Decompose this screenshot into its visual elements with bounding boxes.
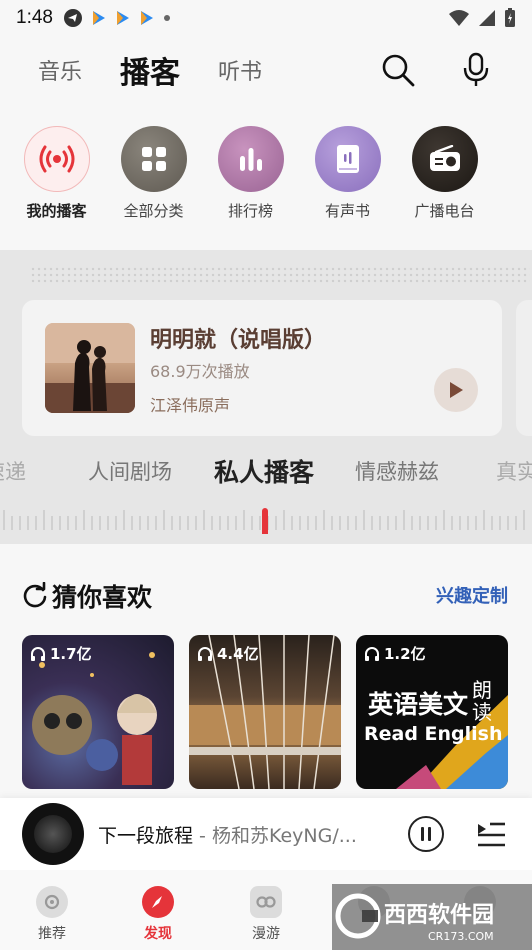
play-count: 4.4亿	[197, 643, 259, 664]
watermark-sub: CR173.COM	[428, 930, 494, 943]
play-count-text: 1.7亿	[50, 645, 92, 663]
system-icons	[448, 8, 516, 28]
notification-icons	[63, 8, 171, 28]
category-charts[interactable]: 排行榜	[202, 126, 299, 221]
bar-chart-icon	[217, 126, 284, 192]
watermark-logo: 西西软件园 CR173.COM	[332, 884, 532, 950]
play-count: 1.7亿	[30, 643, 92, 664]
card-title: 明明就（说唱版）	[150, 328, 327, 353]
status-time: 1:48	[16, 7, 53, 28]
section-title: 猜你喜欢	[52, 583, 153, 612]
app-notify-icon	[140, 11, 153, 25]
channel-tab[interactable]: 速递	[0, 456, 26, 486]
nav-discover[interactable]: 发现	[128, 886, 188, 943]
banner-area: 明明就（说唱版） 68.9万次播放 江泽伟原声 速递 人间剧场 私人播客 情感赫…	[0, 250, 532, 544]
telegram-icon	[63, 9, 82, 27]
wifi-icon	[449, 10, 469, 26]
ruler-indicator	[262, 508, 268, 534]
cover-title-en: Read English	[364, 723, 503, 745]
cover-image	[45, 323, 135, 413]
nav-label: 推荐	[38, 926, 66, 942]
headphones-icon	[198, 646, 212, 661]
book-icon	[314, 126, 381, 192]
channel-tab[interactable]: 真实	[496, 456, 532, 486]
category-all[interactable]: 全部分类	[105, 126, 202, 221]
signal-icon	[479, 10, 495, 26]
decorative-dots	[30, 266, 530, 284]
channel-tab[interactable]: 情感赫兹	[355, 456, 439, 486]
now-playing: 下一段旅程 - 杨和苏KeyNG/...	[98, 821, 357, 848]
top-tabs: 音乐 播客 听书	[38, 48, 262, 92]
tab-music[interactable]: 音乐	[38, 54, 82, 86]
header-area: 音乐 播客 听书 我的播客 全部分类 排行榜 有声书 广播电台	[0, 36, 532, 250]
cover-title-cn: 英语美文	[368, 690, 469, 719]
category-label: 排行榜	[227, 202, 273, 220]
channel-tabs: 速递 人间剧场 私人播客 情感赫兹 真实	[0, 456, 532, 490]
playlist-icon[interactable]	[476, 820, 506, 848]
play-icon	[450, 382, 463, 398]
recommend-item[interactable]: 1.2亿 英语美文 朗读 Read English	[356, 635, 508, 789]
pause-button[interactable]	[408, 816, 444, 852]
app-notify-icon	[92, 11, 105, 25]
headphones-icon	[365, 646, 379, 661]
nav-label: 漫游	[252, 926, 280, 942]
grid-icon	[120, 126, 187, 192]
featured-card[interactable]: 明明就（说唱版） 68.9万次播放 江泽伟原声	[22, 300, 502, 436]
interest-custom-link[interactable]: 兴趣定制	[436, 582, 508, 608]
search-icon[interactable]	[380, 52, 416, 88]
cover-title-side: 朗读	[472, 678, 492, 724]
play-button[interactable]	[434, 368, 478, 412]
watermark-text: 西西软件园	[384, 902, 494, 928]
recommend-item[interactable]: 4.4亿	[189, 635, 341, 789]
category-radio[interactable]: 广播电台	[396, 126, 493, 221]
mini-player[interactable]: 下一段旅程 - 杨和苏KeyNG/...	[0, 798, 532, 870]
recommend-section: 猜你喜欢 兴趣定制 1.7亿 4.4亿 1.2亿 英语美文 朗读 Read En…	[0, 544, 532, 804]
play-count-text: 1.2亿	[384, 645, 426, 663]
play-count: 1.2亿	[364, 643, 426, 664]
pause-icon	[421, 827, 431, 841]
category-row: 我的播客 全部分类 排行榜 有声书 广播电台	[0, 126, 532, 221]
music-note-icon	[36, 886, 68, 918]
category-audiobook[interactable]: 有声书	[299, 126, 396, 221]
next-card-peek[interactable]	[516, 300, 532, 436]
radio-roam-icon	[250, 886, 282, 918]
channel-tab[interactable]: 人间剧场	[88, 456, 172, 486]
podcast-signal-icon	[23, 126, 90, 192]
nav-recommend[interactable]: 推荐	[22, 886, 82, 943]
radio-icon	[411, 126, 478, 192]
nav-roam[interactable]: 漫游	[236, 886, 296, 943]
microphone-icon[interactable]	[460, 52, 492, 88]
battery-icon	[505, 8, 515, 27]
channel-tab-active[interactable]: 私人播客	[214, 453, 314, 489]
category-label: 全部分类	[123, 202, 184, 220]
tab-podcast[interactable]: 播客	[120, 48, 180, 92]
category-my-podcast[interactable]: 我的播客	[8, 126, 105, 221]
compass-icon	[142, 886, 174, 918]
song-title: 下一段旅程	[98, 825, 194, 847]
more-dot-icon	[163, 15, 170, 21]
app-notify-icon	[116, 11, 129, 25]
category-label: 有声书	[324, 202, 370, 220]
album-disc	[22, 803, 84, 865]
channel-ruler[interactable]	[0, 508, 532, 534]
category-label: 广播电台	[414, 202, 475, 220]
card-plays: 68.9万次播放	[150, 362, 250, 381]
play-count-text: 4.4亿	[217, 645, 259, 663]
headphones-icon	[31, 646, 45, 661]
card-author: 江泽伟原声	[150, 396, 231, 415]
tab-audiobook[interactable]: 听书	[218, 54, 262, 86]
recommend-list: 1.7亿 4.4亿 1.2亿 英语美文 朗读 Read English	[22, 635, 508, 789]
song-artist: - 杨和苏KeyNG/...	[193, 825, 357, 847]
nav-label: 发现	[144, 926, 172, 942]
recommend-item[interactable]: 1.7亿	[22, 635, 174, 789]
refresh-icon[interactable]	[22, 582, 48, 608]
category-label: 我的播客	[26, 202, 87, 220]
status-bar: 1:48	[0, 0, 532, 36]
